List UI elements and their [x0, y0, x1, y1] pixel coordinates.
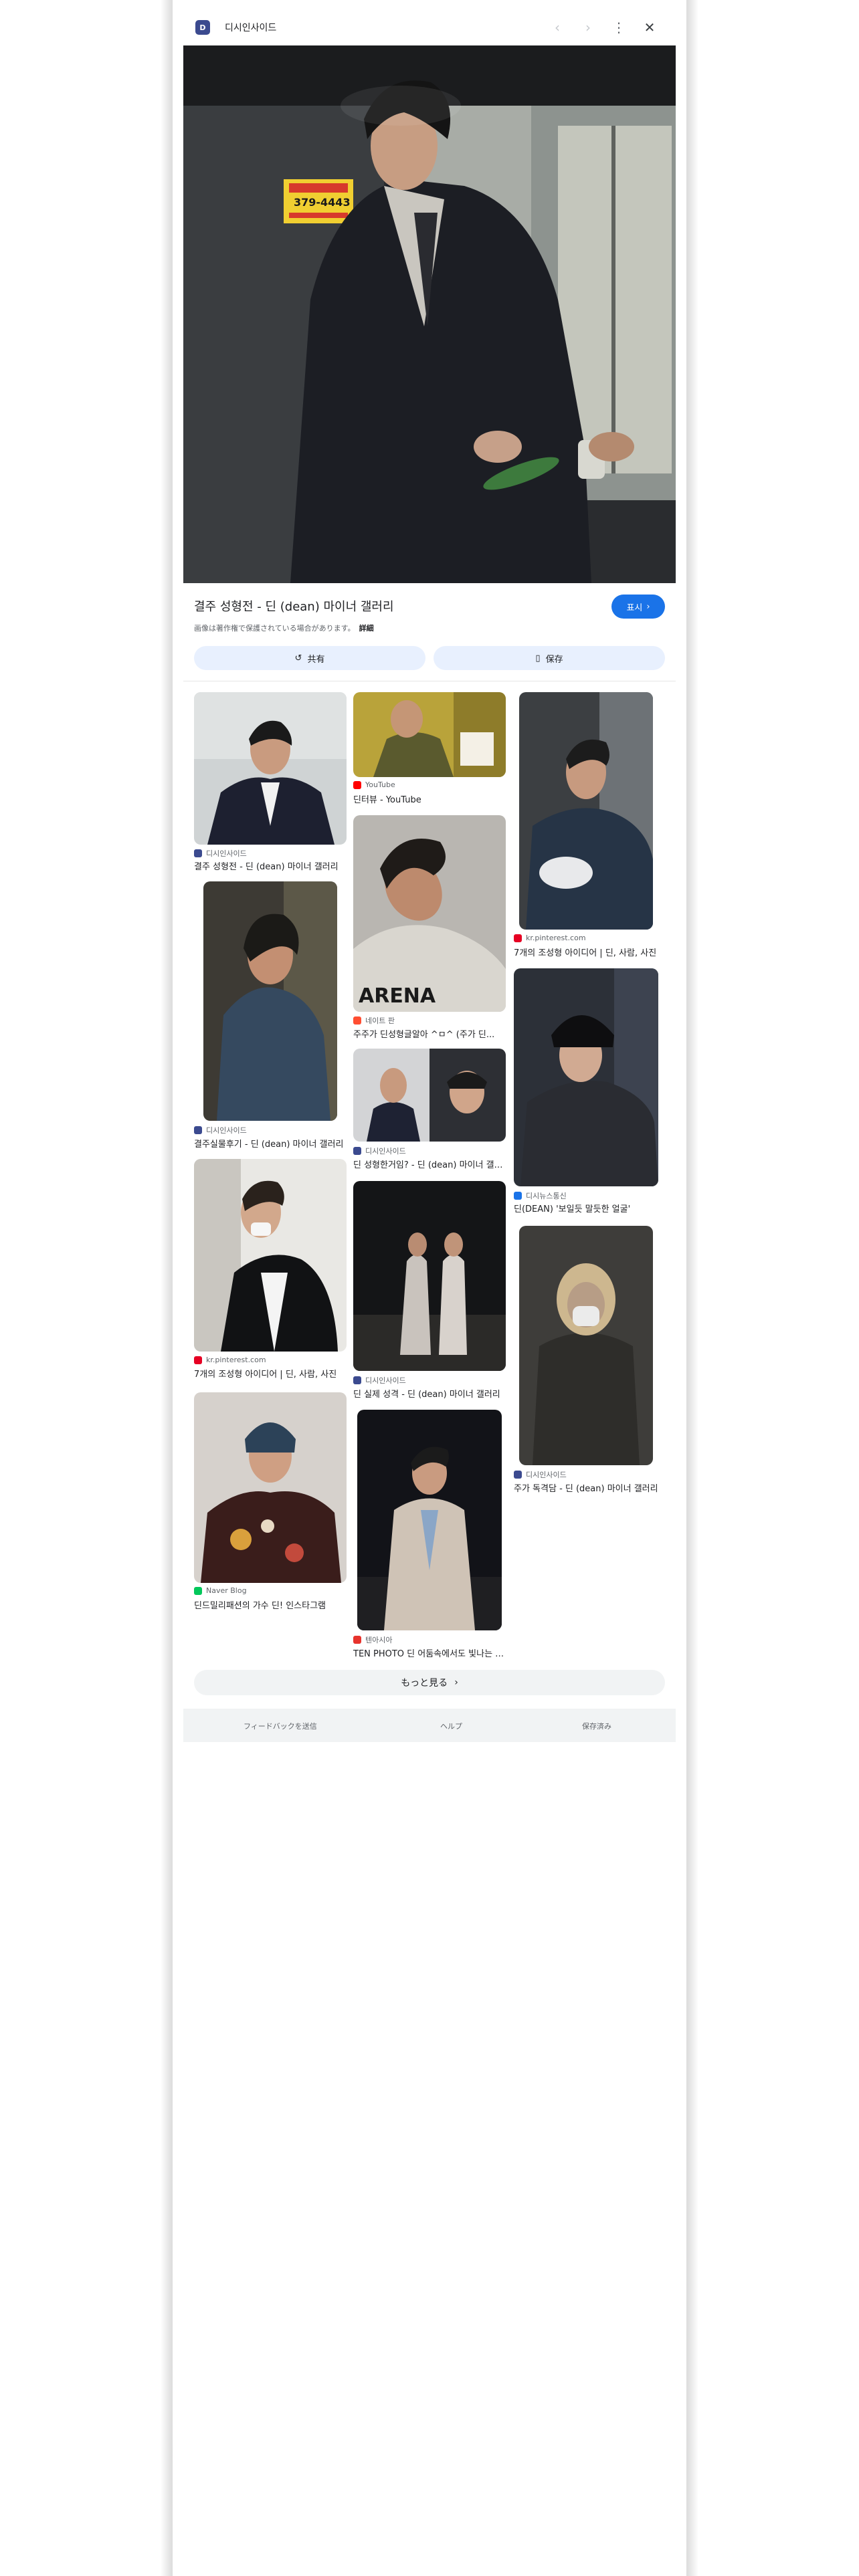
- result-caption[interactable]: 딘(DEAN) '보일듯 말듯한 얼굴': [514, 1202, 666, 1214]
- result-caption[interactable]: 결주실물후기 - 딘 (dean) 마이너 갤러리: [194, 1137, 347, 1150]
- close-icon[interactable]: ✕: [640, 17, 660, 37]
- share-icon: ↺: [294, 653, 302, 663]
- result-source: 네이트 판: [353, 1015, 395, 1026]
- result-caption[interactable]: 7개의 조성형 아이디어 | 딘, 사람, 사진: [514, 946, 666, 958]
- favicon-icon: [353, 1636, 361, 1644]
- share-button-label: 共有: [307, 654, 325, 665]
- result-caption[interactable]: 딘 성형한거임? - 딘 (dean) 마이너 갤러리: [353, 1158, 506, 1170]
- result-thumbnail[interactable]: [194, 692, 347, 845]
- result-thumbnail[interactable]: [353, 692, 506, 777]
- favicon-icon: [194, 849, 202, 857]
- copyright-notice: 画像は著作権で保護されている場合があります。 詳細: [194, 623, 374, 633]
- favicon-icon: [514, 934, 522, 942]
- favicon-icon: [353, 1147, 361, 1155]
- result-source: kr.pinterest.com: [514, 934, 586, 942]
- result-source: 디시인사이드: [194, 1125, 247, 1136]
- result-caption[interactable]: 주가 독격담 - 딘 (dean) 마이너 갤러리: [514, 1481, 666, 1494]
- result-thumbnail[interactable]: [203, 881, 337, 1121]
- result-thumbnail[interactable]: [514, 968, 658, 1186]
- result-source: YouTube: [353, 780, 395, 789]
- share-button[interactable]: ↺ 共有: [194, 646, 425, 670]
- result-thumbnail[interactable]: [519, 692, 653, 930]
- image-title[interactable]: 결주 성형전 - 딘 (dean) 마이너 갤러리: [194, 597, 394, 615]
- more-results-label: もっと見る: [401, 1678, 448, 1689]
- result-caption[interactable]: 주주가 딘성형글알아 ^ㅁ^ (주가 딘...: [353, 1027, 506, 1040]
- svg-text:ARENA: ARENA: [359, 984, 436, 1008]
- result-source: 디시인사이드: [353, 1375, 406, 1386]
- result-caption[interactable]: 딘 실제 성격 - 딘 (dean) 마이너 갤러리: [353, 1387, 506, 1400]
- viewer-footer: フィードバックを送信 ヘルプ 保存済み: [183, 1709, 676, 1742]
- result-thumbnail[interactable]: [194, 1392, 347, 1583]
- result-caption[interactable]: 딘드밀리패션의 가수 딘! 인스타그램: [194, 1598, 347, 1611]
- site-favicon-icon: D: [195, 20, 210, 35]
- favicon-icon: [353, 1376, 361, 1384]
- copyright-text: 画像は著作権で保護されている場合があります。: [194, 624, 355, 633]
- result-thumbnail[interactable]: [353, 1049, 506, 1142]
- result-caption[interactable]: 결주 성형전 - 딘 (dean) 마이너 갤러리: [194, 859, 347, 872]
- sign-phone-number: 379-4443: [294, 196, 351, 209]
- result-source: kr.pinterest.com: [194, 1356, 266, 1364]
- show-button-label: 표시: [626, 603, 643, 613]
- panel-shadow-right: [686, 0, 698, 2576]
- saved-link[interactable]: 保存済み: [582, 1721, 611, 1731]
- more-options-icon[interactable]: ⋮: [609, 17, 629, 37]
- result-source: Naver Blog: [194, 1586, 247, 1595]
- save-button-label: 保存: [545, 654, 563, 665]
- more-results-button[interactable]: もっと見る ›: [194, 1670, 665, 1695]
- favicon-icon: [514, 1192, 522, 1200]
- chevron-right-icon: ›: [454, 1677, 458, 1688]
- copyright-details-link[interactable]: 詳細: [359, 624, 374, 633]
- panel-shadow-left: [161, 0, 173, 2576]
- show-button[interactable]: 표시 ›: [611, 595, 665, 619]
- result-thumbnail[interactable]: [519, 1226, 653, 1465]
- favicon-icon: [194, 1356, 202, 1364]
- help-link[interactable]: ヘルプ: [440, 1721, 462, 1731]
- favicon-icon: [194, 1126, 202, 1134]
- favicon-icon: [194, 1586, 202, 1595]
- main-image[interactable]: 379-4443: [183, 45, 676, 583]
- bookmark-icon: ▯: [535, 653, 541, 663]
- favicon-icon: [514, 1471, 522, 1479]
- result-caption[interactable]: TEN PHOTO 딘 어둠속에서도 빛나는 비주얼: [353, 1646, 506, 1659]
- previous-arrow-icon[interactable]: ‹: [547, 17, 567, 37]
- result-caption[interactable]: 딘터뷰 - YouTube: [353, 792, 506, 805]
- feedback-link[interactable]: フィードバックを送信: [244, 1721, 317, 1731]
- result-source: 디시인사이드: [194, 848, 247, 859]
- favicon-icon: [353, 1016, 361, 1025]
- chevron-right-icon: ›: [646, 601, 650, 612]
- result-thumbnail[interactable]: [194, 1159, 347, 1352]
- result-source: 디시인사이드: [353, 1146, 406, 1156]
- result-thumbnail[interactable]: [357, 1410, 502, 1630]
- next-arrow-icon[interactable]: ›: [578, 17, 598, 37]
- save-button[interactable]: ▯ 保存: [434, 646, 665, 670]
- result-source: 텐아시아: [353, 1634, 392, 1645]
- result-caption[interactable]: 7개의 조성형 아이디어 | 딘, 사람, 사진: [194, 1367, 347, 1380]
- site-name[interactable]: 디시인사이드: [225, 21, 276, 34]
- main-photo: 379-4443: [183, 45, 676, 583]
- result-thumbnail[interactable]: [353, 1181, 506, 1371]
- result-source: 디시인사이드: [514, 1469, 567, 1480]
- result-source: 디시뉴스통신: [514, 1190, 567, 1201]
- image-viewer-panel: D 디시인사이드 ‹ › ⋮ ✕ 379-4443 결주 성형전 - 딘 (de…: [173, 0, 686, 2576]
- favicon-icon: [353, 780, 361, 789]
- result-thumbnail[interactable]: ARENA: [353, 815, 506, 1012]
